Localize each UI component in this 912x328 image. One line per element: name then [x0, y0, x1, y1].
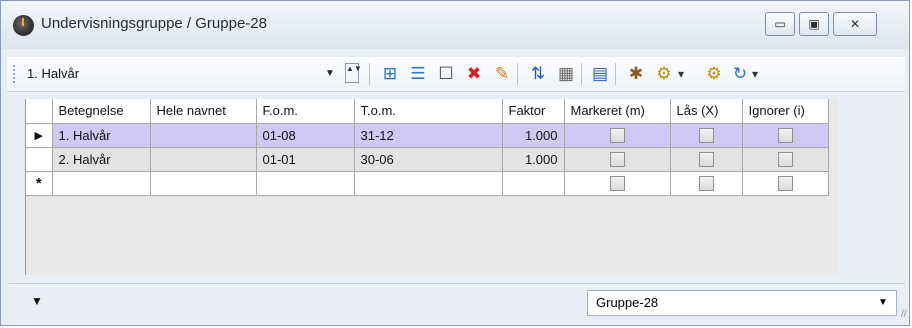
header-selector: [26, 99, 53, 124]
cell-fom[interactable]: 01-08: [256, 123, 355, 148]
header-laas[interactable]: Lås (X): [670, 99, 743, 124]
group-combo-value: Gruppe-28: [596, 295, 659, 310]
cell-laas[interactable]: [670, 123, 743, 148]
cell-faktor[interactable]: [502, 171, 565, 196]
period-combo-value: 1. Halvår: [27, 66, 80, 81]
calendar-icon[interactable]: ▤: [589, 63, 611, 85]
laas-checkbox[interactable]: [698, 128, 714, 144]
resize-grip-icon[interactable]: //: [901, 309, 909, 323]
cell-ignorer[interactable]: [742, 147, 829, 172]
markeret-checkbox[interactable]: [609, 176, 625, 192]
laas-checkbox[interactable]: [698, 152, 714, 168]
cell-laas[interactable]: [670, 147, 743, 172]
ignorer-checkbox[interactable]: [777, 176, 793, 192]
more-icon[interactable]: ▾: [749, 63, 761, 85]
data-table: Betegnelse Hele navnet F.o.m. T.o.m. Fak…: [26, 99, 829, 196]
toolbar: 1. Halvår ▼ ▲▼ ⊞ ☰ ☐ ✖ ✎ ⇅ ▦ ▤ ✱ ⚙ ▾ ⚙ ↻ ▾: [7, 57, 905, 92]
maximize-button[interactable]: ▣: [799, 12, 829, 36]
header-ignorer[interactable]: Ignorer (i): [742, 99, 829, 124]
toolbar-separator: [517, 63, 518, 85]
laas-checkbox[interactable]: [698, 176, 714, 192]
settings-page-icon[interactable]: ⚙: [653, 63, 675, 85]
cell-hele-navnet[interactable]: [150, 171, 257, 196]
close-button[interactable]: ✕: [833, 12, 877, 36]
table-row[interactable]: 2. Halvår 01-01 30-06 1.000: [26, 147, 829, 172]
new-item-icon[interactable]: ☐: [435, 63, 457, 85]
main-window: Undervisningsgruppe / Gruppe-28 ▭ ▣ ✕ 1.…: [0, 0, 910, 326]
palette-icon[interactable]: ✱: [625, 63, 647, 85]
status-bar: ▼ Gruppe-28 ▼: [7, 283, 905, 322]
cell-laas[interactable]: [670, 171, 743, 196]
minimize-button[interactable]: ▭: [765, 12, 795, 36]
cell-fom[interactable]: 01-01: [256, 147, 355, 172]
columns-icon[interactable]: ▦: [555, 63, 577, 85]
cell-faktor[interactable]: 1.000: [502, 123, 565, 148]
markeret-checkbox[interactable]: [609, 128, 625, 144]
grid-add-icon[interactable]: ⊞: [379, 63, 401, 85]
toolbar-grip[interactable]: [13, 65, 17, 83]
edit-list-icon[interactable]: ✎: [491, 63, 513, 85]
clock-app-icon: [13, 15, 34, 36]
cell-tom[interactable]: 31-12: [354, 123, 503, 148]
header-tom[interactable]: T.o.m.: [354, 99, 503, 124]
cell-fom[interactable]: [256, 171, 355, 196]
table-row[interactable]: ▶ 1. Halvår 01-08 31-12 1.000: [26, 123, 829, 148]
row-selector[interactable]: [26, 147, 53, 172]
ignorer-checkbox[interactable]: [777, 128, 793, 144]
toolbar-separator: [615, 63, 616, 85]
period-combo[interactable]: 1. Halvår ▼: [21, 63, 339, 85]
markeret-checkbox[interactable]: [609, 152, 625, 168]
header-fom[interactable]: F.o.m.: [256, 99, 355, 124]
status-dropdown-arrow-icon[interactable]: ▼: [31, 294, 43, 308]
cell-markeret[interactable]: [564, 147, 671, 172]
sort-icon[interactable]: ⇅: [527, 63, 549, 85]
title-bar[interactable]: Undervisningsgruppe / Gruppe-28 ▭ ▣ ✕: [1, 1, 909, 49]
cell-betegnelse[interactable]: 1. Halvår: [52, 123, 151, 148]
cell-markeret[interactable]: [564, 171, 671, 196]
dropdown-icon[interactable]: ▾: [675, 63, 687, 85]
spin-button[interactable]: ▲▼: [345, 63, 362, 83]
cell-betegnelse[interactable]: [52, 171, 151, 196]
row-current-indicator[interactable]: ▶: [26, 123, 53, 148]
header-faktor[interactable]: Faktor: [502, 99, 565, 124]
new-row-indicator[interactable]: *: [26, 171, 53, 196]
toolbar-separator: [581, 63, 582, 85]
list-icon[interactable]: ☰: [407, 63, 429, 85]
toolbar-separator: [369, 63, 370, 85]
header-betegnelse[interactable]: Betegnelse: [52, 99, 151, 124]
cell-tom[interactable]: 30-06: [354, 147, 503, 172]
cell-hele-navnet[interactable]: [150, 147, 257, 172]
refresh-icon[interactable]: ↻: [729, 63, 751, 85]
delete-icon[interactable]: ✖: [463, 63, 485, 85]
new-row[interactable]: *: [26, 171, 829, 196]
cell-ignorer[interactable]: [742, 171, 829, 196]
cell-faktor[interactable]: 1.000: [502, 147, 565, 172]
data-grid: Betegnelse Hele navnet F.o.m. T.o.m. Fak…: [25, 99, 838, 275]
cell-betegnelse[interactable]: 2. Halvår: [52, 147, 151, 172]
chevron-down-icon[interactable]: ▼: [325, 63, 335, 85]
ignorer-checkbox[interactable]: [777, 152, 793, 168]
chevron-down-icon[interactable]: ▼: [878, 291, 888, 315]
cell-tom[interactable]: [354, 171, 503, 196]
cell-markeret[interactable]: [564, 123, 671, 148]
cell-hele-navnet[interactable]: [150, 123, 257, 148]
group-combo[interactable]: Gruppe-28 ▼: [587, 290, 897, 316]
header-row: Betegnelse Hele navnet F.o.m. T.o.m. Fak…: [26, 99, 829, 124]
header-markeret[interactable]: Markeret (m): [564, 99, 671, 124]
window-title: Undervisningsgruppe / Gruppe-28: [41, 15, 267, 32]
header-hele-navnet[interactable]: Hele navnet: [150, 99, 257, 124]
gear-icon[interactable]: ⚙: [703, 63, 725, 85]
cell-ignorer[interactable]: [742, 123, 829, 148]
